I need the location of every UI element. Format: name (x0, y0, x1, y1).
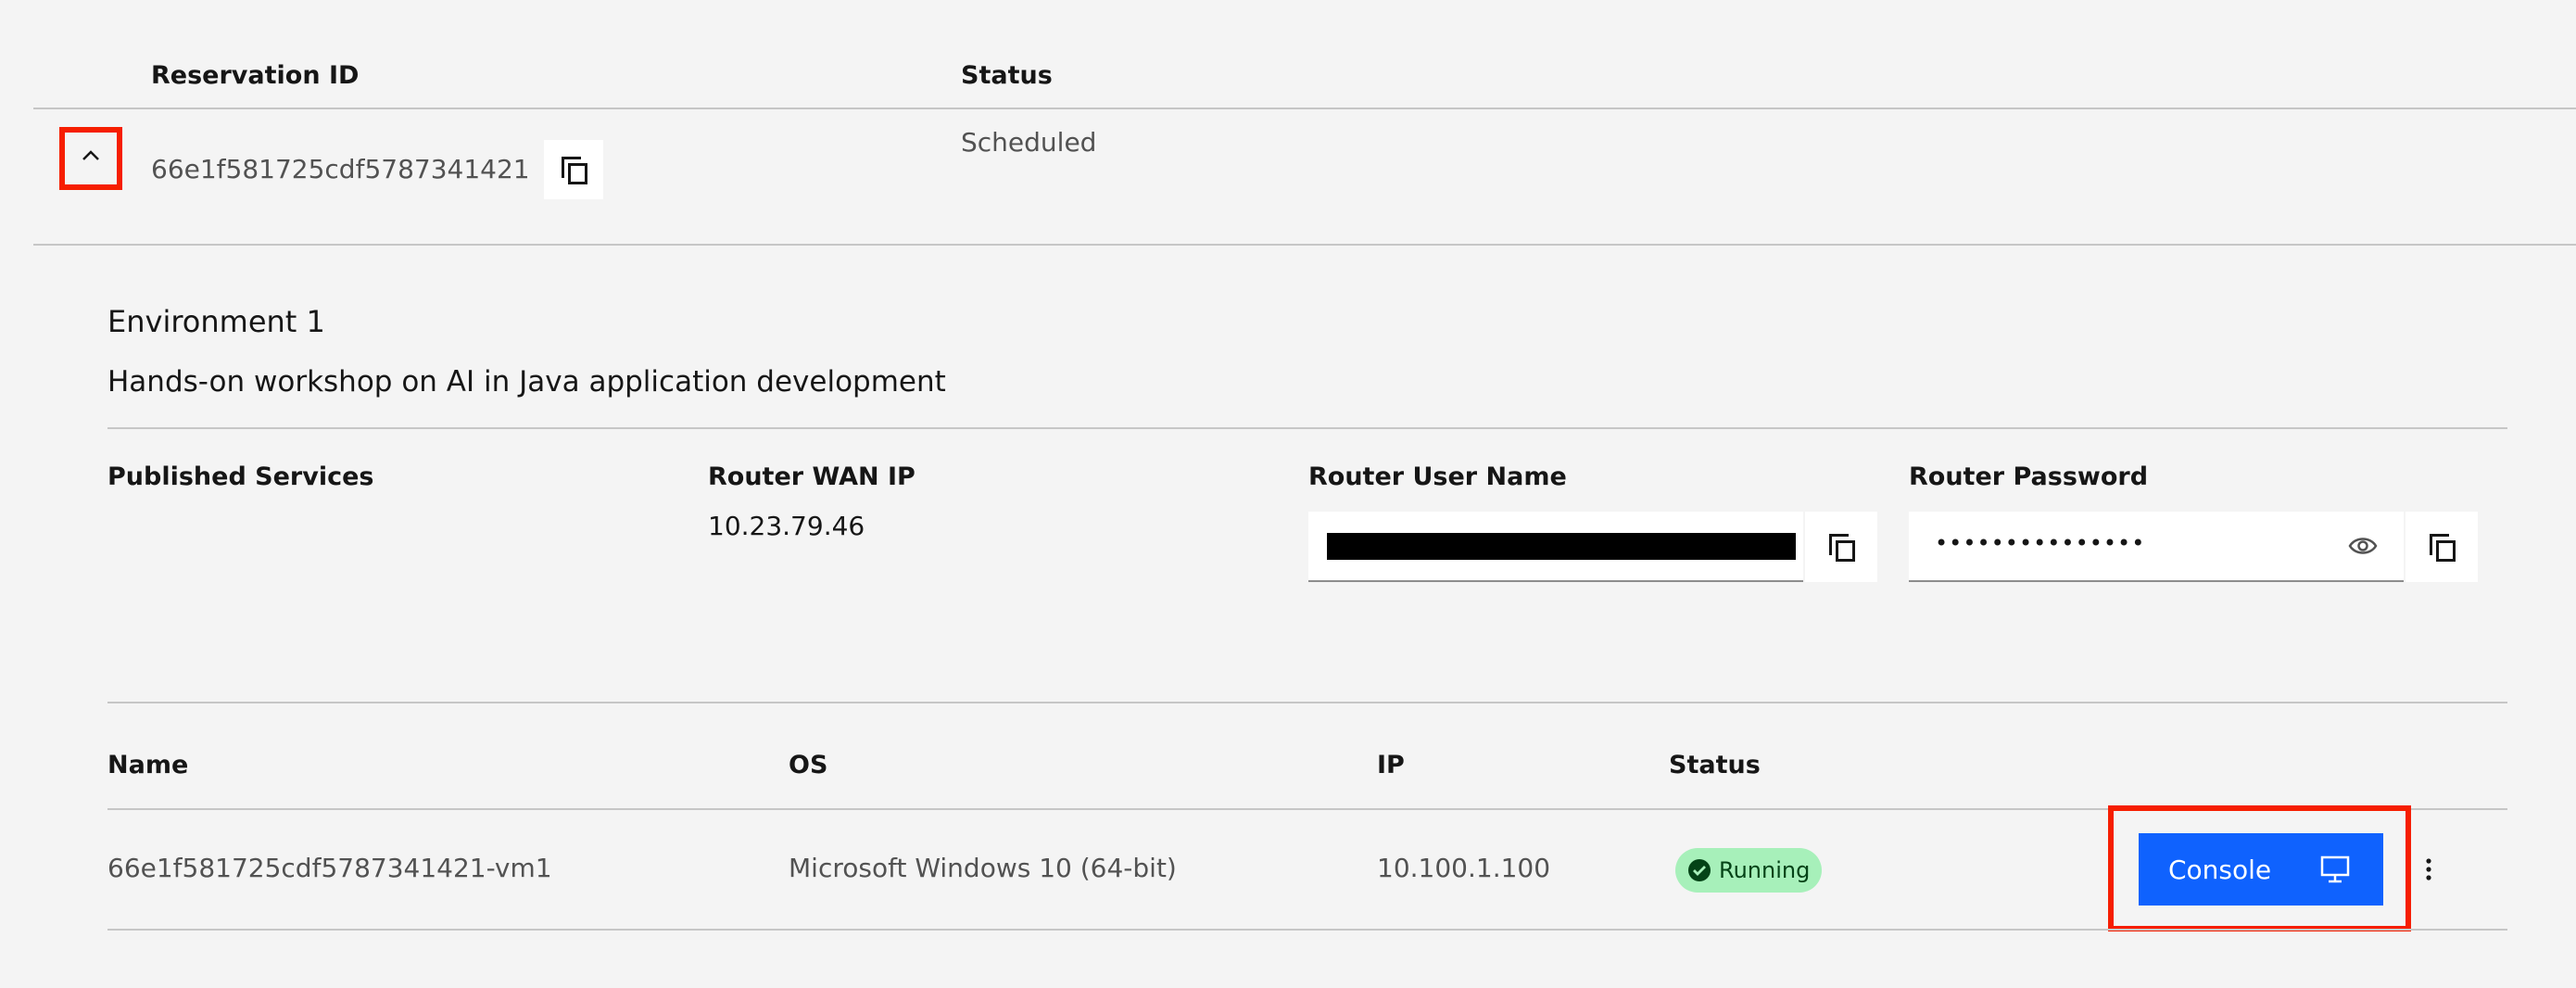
router-user-name-redacted (1327, 533, 1796, 560)
vm-row-divider (107, 929, 2507, 931)
router-password-masked: ••••••••••••••• (1935, 530, 2146, 556)
column-header-reservation-id: Reservation ID (151, 61, 360, 90)
environment-description: Hands-on workshop on AI in Java applicat… (107, 365, 946, 399)
column-header-status: Status (961, 61, 1053, 90)
copy-reservation-id-button[interactable] (544, 140, 603, 199)
checkmark-filled-icon (1688, 859, 1711, 881)
status-badge: Running (1675, 848, 1822, 893)
router-user-name-label: Router User Name (1308, 462, 1567, 491)
vm-name-cell: 66e1f581725cdf5787341421-vm1 (107, 853, 552, 883)
eye-icon (2348, 538, 2378, 554)
published-services-label: Published Services (107, 462, 374, 491)
overflow-menu-vertical-icon (2426, 858, 2431, 880)
highlight-expand-toggle (59, 127, 122, 190)
vm-column-header-os: OS (789, 751, 828, 779)
copy-icon (2430, 534, 2456, 562)
router-wan-ip-value: 10.23.79.46 (708, 511, 865, 541)
services-divider (107, 702, 2507, 703)
row-divider (33, 244, 2576, 246)
vm-column-header-name: Name (107, 751, 189, 779)
show-password-button[interactable] (2344, 528, 2381, 564)
reservation-id-value: 66e1f581725cdf5787341421 (151, 154, 530, 184)
environment-title: Environment 1 (107, 304, 325, 339)
router-wan-ip-label: Router WAN IP (708, 462, 915, 491)
copy-router-password-button[interactable] (2406, 512, 2478, 582)
vm-ip-cell: 10.100.1.100 (1377, 853, 1551, 883)
router-password-label: Router Password (1909, 462, 2149, 491)
copy-icon (1829, 534, 1855, 562)
vm-column-header-ip: IP (1377, 751, 1405, 779)
vm-column-header-status: Status (1669, 751, 1761, 779)
copy-router-user-name-button[interactable] (1805, 512, 1877, 582)
highlight-console-button (2108, 805, 2411, 931)
copy-icon (562, 157, 587, 184)
router-password-field[interactable]: ••••••••••••••• (1909, 512, 2404, 582)
vm-os-cell: Microsoft Windows 10 (64-bit) (789, 853, 1177, 883)
header-divider (33, 108, 2576, 109)
status-badge-label: Running (1719, 857, 1811, 883)
router-user-name-field[interactable] (1308, 512, 1803, 582)
overflow-menu-button[interactable] (2415, 849, 2443, 890)
reservation-status-value: Scheduled (961, 127, 1097, 158)
environment-divider (107, 427, 2507, 429)
